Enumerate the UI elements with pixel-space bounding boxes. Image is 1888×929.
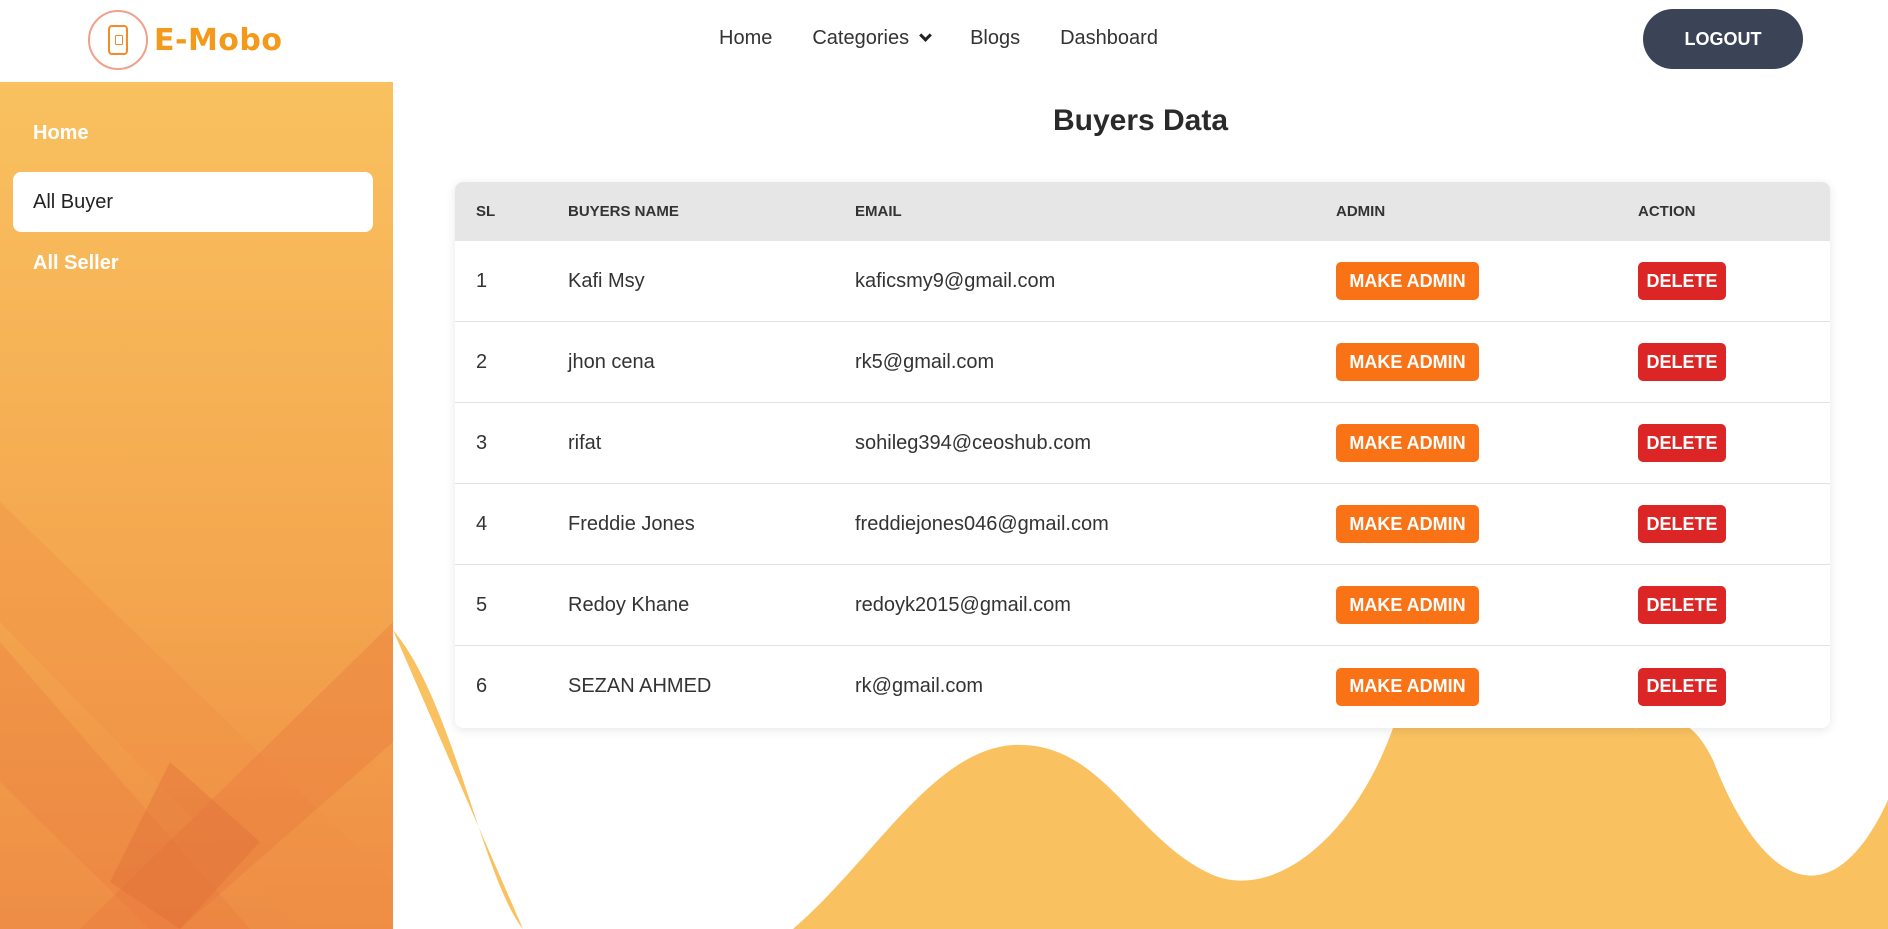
header-sl: SL (476, 203, 496, 220)
cell-admin: MAKE ADMIN (1336, 586, 1479, 624)
cell-name: rifat (568, 431, 602, 454)
cell-email: kaficsmy9@gmail.com (855, 269, 1056, 292)
table-header: SL BUYERS NAME EMAIL ADMIN ACTION (455, 182, 1830, 241)
table-body: 1 Kafi Msy kaficsmy9@gmail.com MAKE ADMIN DE… (455, 241, 1830, 727)
cell-action: DELETE (1638, 262, 1726, 300)
cell-name: Kafi Msy (568, 269, 645, 292)
cell-sl: 5 (476, 593, 488, 616)
cell-admin: MAKE ADMIN (1336, 424, 1479, 462)
nav-categories[interactable]: Categories (812, 27, 932, 50)
cell-name: SEZAN AHMED (568, 675, 712, 697)
cell-action: DELETE (1638, 424, 1726, 462)
cell-action: DELETE (1638, 505, 1726, 543)
nav-blogs[interactable]: Blogs (970, 27, 1020, 50)
cell-name: Freddie Jones (568, 512, 695, 535)
cell-admin: MAKE ADMIN (1336, 505, 1479, 543)
cell-action: DELETE (1638, 343, 1726, 381)
cell-sl: 6 (476, 675, 488, 697)
page-title: Buyers Data (1052, 104, 1229, 137)
cell-admin: MAKE ADMIN (1336, 667, 1479, 706)
sidebar-item-all-seller[interactable]: All Seller (33, 252, 119, 275)
chevron-down-icon (919, 29, 932, 42)
table-row: 1 Kafi Msy kaficsmy9@gmail.com MAKE ADMIN DE… (455, 241, 1830, 322)
sidebar-item-home[interactable]: Home (33, 122, 89, 145)
cell-sl: 1 (476, 269, 488, 292)
brand-logo[interactable]: E-Mobo (88, 10, 283, 70)
cell-sl: 2 (476, 350, 488, 373)
table-row: 4 Freddie Jones freddiejones046@gmail.com M… (455, 484, 1830, 565)
delete-button[interactable]: DELETE (1638, 505, 1726, 543)
make-admin-button[interactable]: MAKE ADMIN (1336, 343, 1479, 381)
header-name: BUYERS NAME (568, 203, 679, 220)
make-admin-button[interactable]: MAKE ADMIN (1336, 424, 1479, 462)
cell-email: rk5@gmail.com (855, 350, 995, 373)
phone-icon (88, 10, 148, 70)
cell-action: DELETE (1638, 667, 1726, 706)
cell-admin: MAKE ADMIN (1336, 262, 1479, 300)
logout-button[interactable]: LOGOUT (1643, 9, 1803, 69)
delete-button[interactable]: DELETE (1638, 424, 1726, 462)
cell-email: freddiejones046@gmail.com (855, 512, 1109, 535)
nav-categories-label: Categories (812, 27, 910, 49)
make-admin-button[interactable]: MAKE ADMIN (1336, 505, 1479, 543)
make-admin-button[interactable]: MAKE ADMIN (1336, 667, 1479, 706)
buyers-table: SL BUYERS NAME EMAIL ADMIN ACTION 1 Kafi … (455, 182, 1830, 728)
brand-name: E-Mobo (154, 22, 283, 58)
cell-email: sohileg394@ceoshub.com (855, 431, 1092, 454)
cell-action: DELETE (1638, 586, 1726, 624)
cell-sl: 3 (476, 431, 488, 454)
sidebar-item-all-buyer-label: All Buyer (33, 190, 114, 213)
table-row: 3 rifat sohileg394@ceoshub.com MAKE ADMIN DE… (455, 403, 1830, 484)
delete-button[interactable]: DELETE (1638, 667, 1726, 706)
table-row: 6 SEZAN AHMED rk@gmail.com MAKE ADMIN DELETE (455, 646, 1830, 727)
top-header: E-Mobo Home Categories Blogs Dashboard L… (0, 0, 1888, 82)
delete-button[interactable]: DELETE (1638, 343, 1726, 381)
delete-button[interactable]: DELETE (1638, 586, 1726, 624)
sidebar: Home All Buyer All Seller (0, 82, 393, 929)
make-admin-button[interactable]: MAKE ADMIN (1336, 262, 1479, 300)
nav-home-label: Home (719, 27, 773, 49)
sidebar-item-all-buyer[interactable]: All Buyer (13, 172, 373, 232)
cell-email: redoyk2015@gmail.com (855, 593, 1071, 616)
nav-dashboard-label: Dashboard (1060, 27, 1158, 49)
nav-blogs-label: Blogs (970, 27, 1021, 49)
cell-email: rk@gmail.com (855, 675, 984, 697)
cell-name: jhon cena (568, 350, 655, 373)
nav-home[interactable]: Home (719, 27, 772, 50)
header-email: EMAIL (855, 203, 902, 220)
delete-button[interactable]: DELETE (1638, 262, 1726, 300)
make-admin-button[interactable]: MAKE ADMIN (1336, 586, 1479, 624)
cell-admin: MAKE ADMIN (1336, 343, 1479, 381)
header-admin: ADMIN (1336, 203, 1386, 220)
table-row: 5 Redoy Khane redoyk2015@gmail.com MAKE ADM… (455, 565, 1830, 646)
cell-sl: 4 (476, 512, 488, 535)
nav-dashboard[interactable]: Dashboard (1060, 27, 1158, 50)
table-row: 2 jhon cena rk5@gmail.com MAKE ADMIN DELETE (455, 322, 1830, 403)
cell-name: Redoy Khane (568, 593, 690, 616)
main-nav: Home Categories Blogs Dashboard (719, 27, 1198, 50)
header-action: ACTION (1638, 203, 1696, 220)
